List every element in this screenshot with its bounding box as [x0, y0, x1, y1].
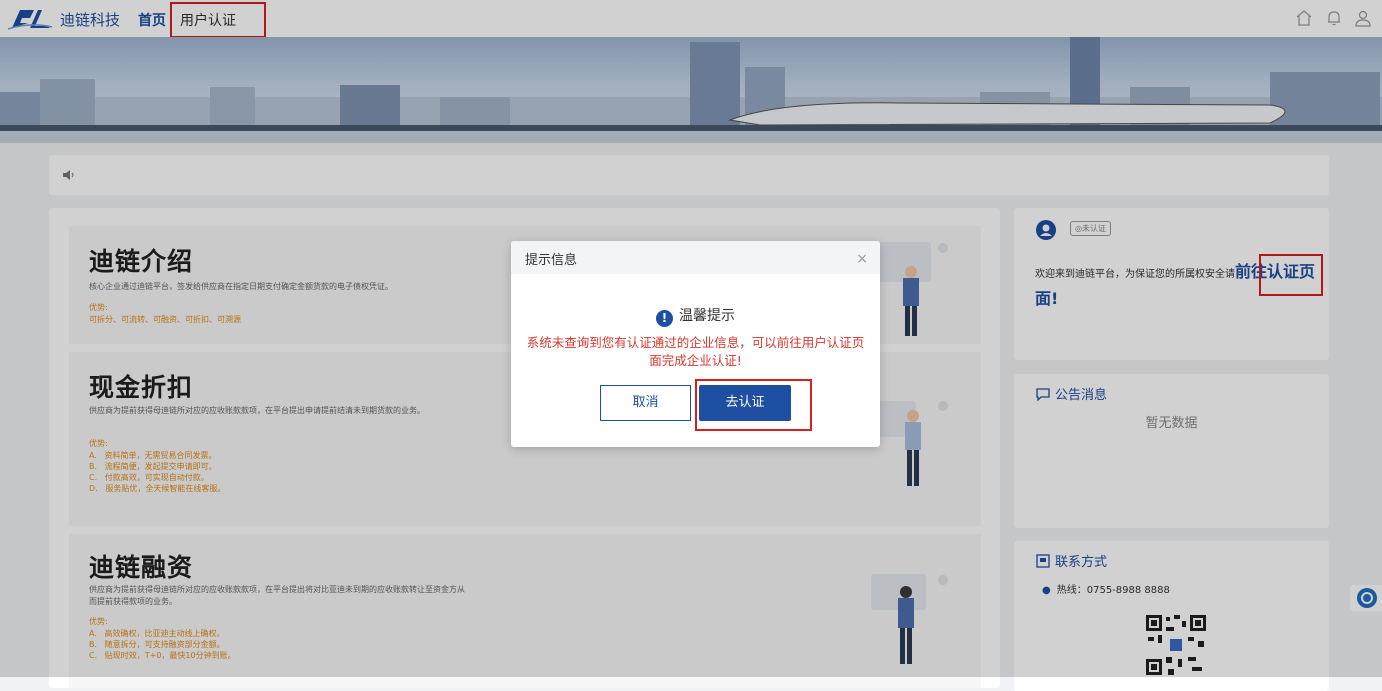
dialog-heading-text: 温馨提示 — [679, 308, 735, 324]
close-icon[interactable]: × — [856, 251, 868, 267]
dialog-message: 系统未查询到您有认证通过的企业信息，可以前往用户认证页面完成企业认证! — [526, 335, 865, 368]
prompt-dialog: 提示信息 × ! 温馨提示 系统未查询到您有认证通过的企业信息，可以前往用户认证页… — [511, 241, 880, 447]
cancel-button[interactable]: 取消 — [600, 385, 691, 421]
dialog-title: 提示信息 — [525, 253, 578, 268]
dialog-header: 提示信息 × — [511, 241, 880, 274]
go-auth-button[interactable]: 去认证 — [699, 385, 791, 421]
dialog-heading: ! 温馨提示 — [511, 305, 880, 327]
exclamation-icon: ! — [656, 310, 673, 327]
